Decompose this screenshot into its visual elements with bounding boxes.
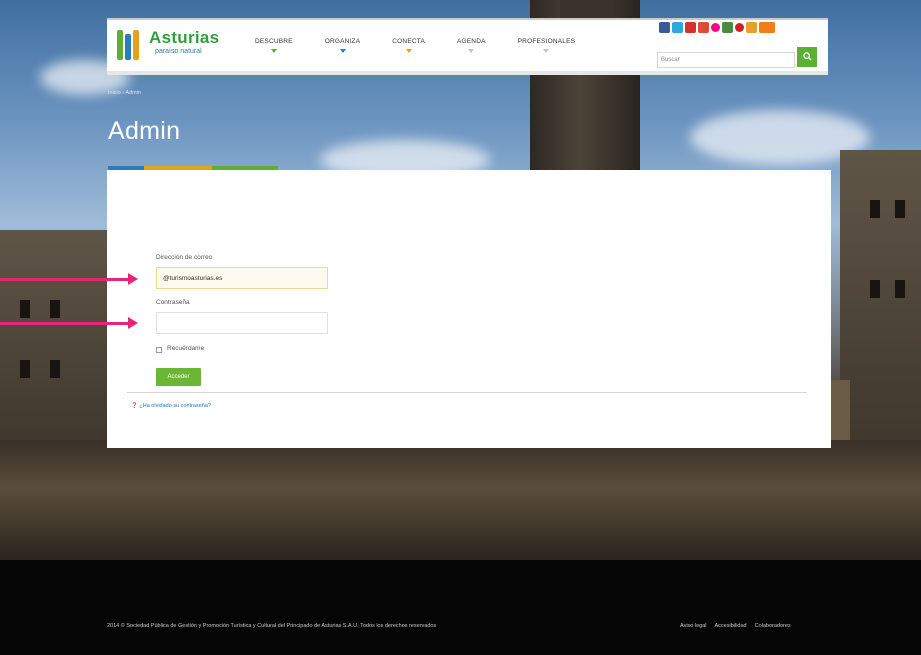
- nav-descubre[interactable]: Descubre: [255, 38, 293, 53]
- question-icon: ❓: [131, 403, 138, 409]
- header-shadow: [107, 71, 828, 75]
- nav-label: Agenda: [456, 38, 486, 45]
- tripadvisor-icon[interactable]: [722, 22, 733, 33]
- logo-title: Asturias: [149, 28, 220, 47]
- nav-agenda[interactable]: Agenda: [456, 38, 486, 53]
- chevron-down-icon: [543, 49, 550, 53]
- nav-label: Organiza: [324, 38, 361, 45]
- breadcrumb[interactable]: Inicio › Admin: [108, 90, 141, 96]
- nav-organiza[interactable]: Organiza: [324, 38, 361, 53]
- google-plus-icon[interactable]: [698, 22, 709, 33]
- login-button[interactable]: Acceder: [156, 368, 201, 386]
- email-label: Dirección de correo: [156, 254, 213, 261]
- flickr-icon[interactable]: [711, 23, 720, 32]
- nav-label: Profesionales: [517, 38, 576, 45]
- page-title: Admin: [108, 117, 181, 145]
- youtube-icon[interactable]: [685, 22, 696, 33]
- password-label: Contraseña: [156, 299, 190, 306]
- twitter-icon[interactable]: [672, 22, 683, 33]
- footer-links: Aviso legal Accesibilidad Colaboradores: [680, 623, 791, 629]
- site-footer: 2014 © Sociedad Pública de Gestión y Pro…: [0, 560, 921, 655]
- footer-link-legal[interactable]: Aviso legal: [680, 623, 707, 629]
- chevron-down-icon: [405, 49, 412, 53]
- pinterest-icon[interactable]: [735, 23, 744, 32]
- logo-subtitle: paraíso natural: [155, 48, 202, 55]
- social-icons: [659, 22, 775, 33]
- chevron-down-icon: [468, 49, 475, 53]
- logo-bars-icon: [117, 30, 139, 60]
- search-input[interactable]: Buscar: [657, 52, 795, 68]
- footer-link-accessibility[interactable]: Accesibilidad: [715, 623, 747, 629]
- email-field[interactable]: [156, 267, 328, 289]
- footer-copyright: 2014 © Sociedad Pública de Gestión y Pro…: [107, 623, 437, 629]
- forgot-password-link[interactable]: ❓ ¿Ha olvidado su contraseña?: [131, 403, 211, 409]
- nav-conecta[interactable]: Conecta: [392, 38, 425, 53]
- nav-profesionales[interactable]: Profesionales: [517, 38, 576, 53]
- password-field[interactable]: [156, 312, 328, 334]
- chevron-down-icon: [339, 49, 346, 53]
- instagram-icon[interactable]: [746, 22, 757, 33]
- facebook-icon[interactable]: [659, 22, 670, 33]
- remember-checkbox[interactable]: [156, 347, 162, 353]
- asturias-logo[interactable]: Asturias paraíso natural: [117, 28, 247, 64]
- remember-label[interactable]: Recuérdame: [167, 345, 204, 352]
- login-panel: Dirección de correo Contraseña Recuérdam…: [107, 170, 831, 448]
- site-header: Asturias paraíso natural Descubre Organi…: [107, 18, 828, 71]
- annotation-arrow-password: [0, 317, 138, 329]
- main-nav: Descubre Organiza Conecta Agenda Profesi…: [255, 38, 607, 53]
- forgot-password-text: ¿Ha olvidado su contraseña?: [139, 403, 211, 409]
- divider: [127, 392, 807, 393]
- search-button[interactable]: [797, 47, 817, 67]
- search-icon: [802, 52, 812, 61]
- blog-icon[interactable]: [759, 22, 775, 33]
- annotation-arrow-email: [0, 273, 138, 285]
- footer-link-collaborators[interactable]: Colaboradores: [755, 623, 791, 629]
- chevron-down-icon: [270, 49, 277, 53]
- nav-label: Descubre: [255, 38, 293, 45]
- nav-label: Conecta: [392, 38, 425, 45]
